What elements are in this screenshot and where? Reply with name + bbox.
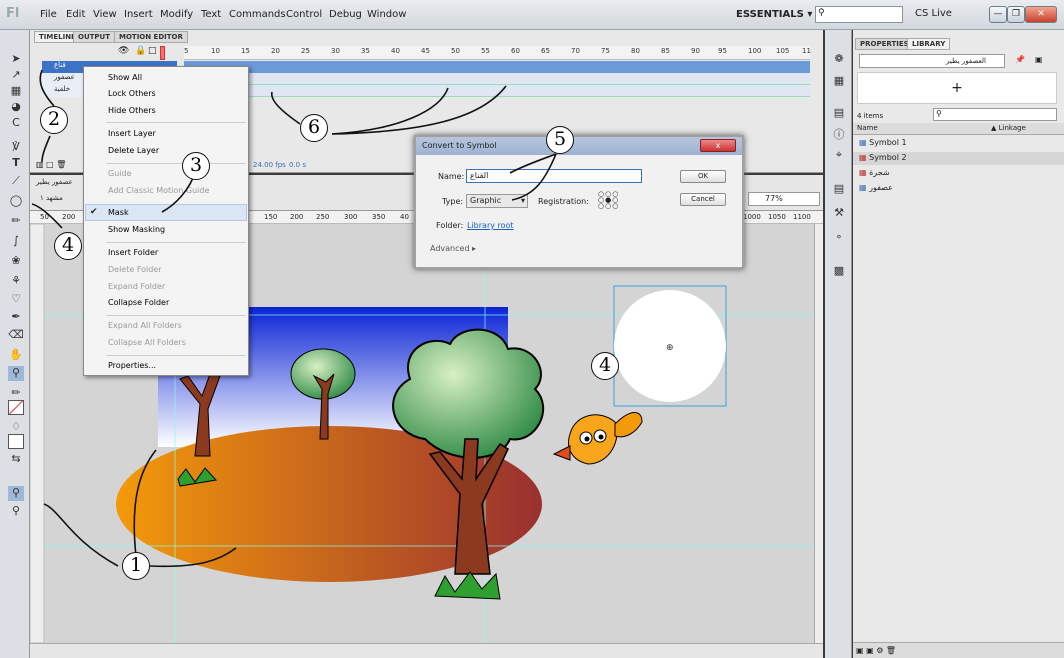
callout-5: 5	[546, 126, 574, 154]
callout-2: 2	[40, 106, 68, 134]
callout-6: 6	[300, 114, 328, 142]
callout-4-left: 4	[54, 232, 82, 260]
callout-1: 1	[122, 552, 150, 580]
annotation-arrows	[31, 69, 557, 568]
callout-3: 3	[182, 152, 210, 180]
callout-4-right: 4	[591, 352, 619, 380]
